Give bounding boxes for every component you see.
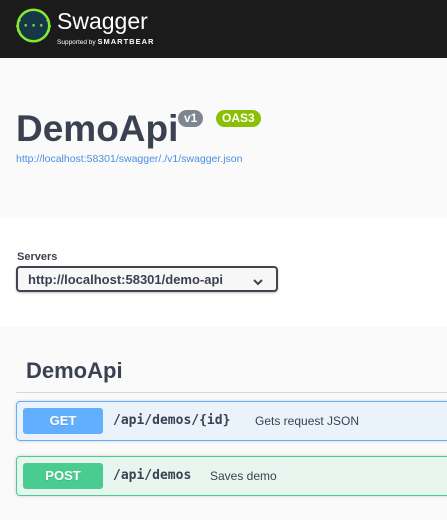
servers-label: Servers: [17, 251, 58, 263]
operation-get[interactable]: GET /api/demos/{id} Gets request JSON: [16, 401, 447, 441]
servers-section: Servers http://localhost:58301/demo-api: [0, 218, 447, 328]
topbar: {···} Swagger Supported by SMARTBEAR: [0, 0, 447, 58]
operation-summary: Gets request JSON: [255, 414, 360, 428]
tag-title[interactable]: DemoApi: [26, 358, 123, 384]
tag-divider: [16, 392, 447, 393]
operation-path: /api/demos/{id}: [113, 413, 231, 428]
brand-sub-company: SMARTBEAR: [97, 37, 155, 46]
brand-name: Swagger: [57, 8, 148, 34]
page-title: DemoApi: [16, 108, 179, 149]
version-badge: v1: [178, 110, 204, 127]
brand-subtitle: Supported by SMARTBEAR: [57, 38, 154, 47]
operation-post[interactable]: POST /api/demos Saves demo: [16, 456, 447, 496]
api-info: DemoApi v1 OAS3 http://localhost:58301/s…: [0, 58, 447, 218]
chevron-down-icon: [252, 274, 264, 286]
tag-section: DemoApi GET /api/demos/{id} Gets request…: [0, 327, 447, 520]
brand-sub-prefix: Supported by: [57, 39, 96, 46]
servers-select[interactable]: http://localhost:58301/demo-api: [16, 266, 278, 292]
method-badge-get: GET: [23, 408, 103, 434]
swagger-logo-icon[interactable]: {···}: [14, 8, 53, 43]
servers-selected-value: http://localhost:58301/demo-api: [28, 272, 224, 287]
operation-path: /api/demos: [113, 468, 192, 483]
spec-link[interactable]: http://localhost:58301/swagger/./v1/swag…: [16, 153, 242, 165]
svg-text:{···}: {···}: [16, 19, 51, 34]
method-badge-post: POST: [23, 463, 103, 489]
operation-summary: Saves demo: [210, 469, 277, 483]
oas-badge: OAS3: [216, 110, 261, 127]
